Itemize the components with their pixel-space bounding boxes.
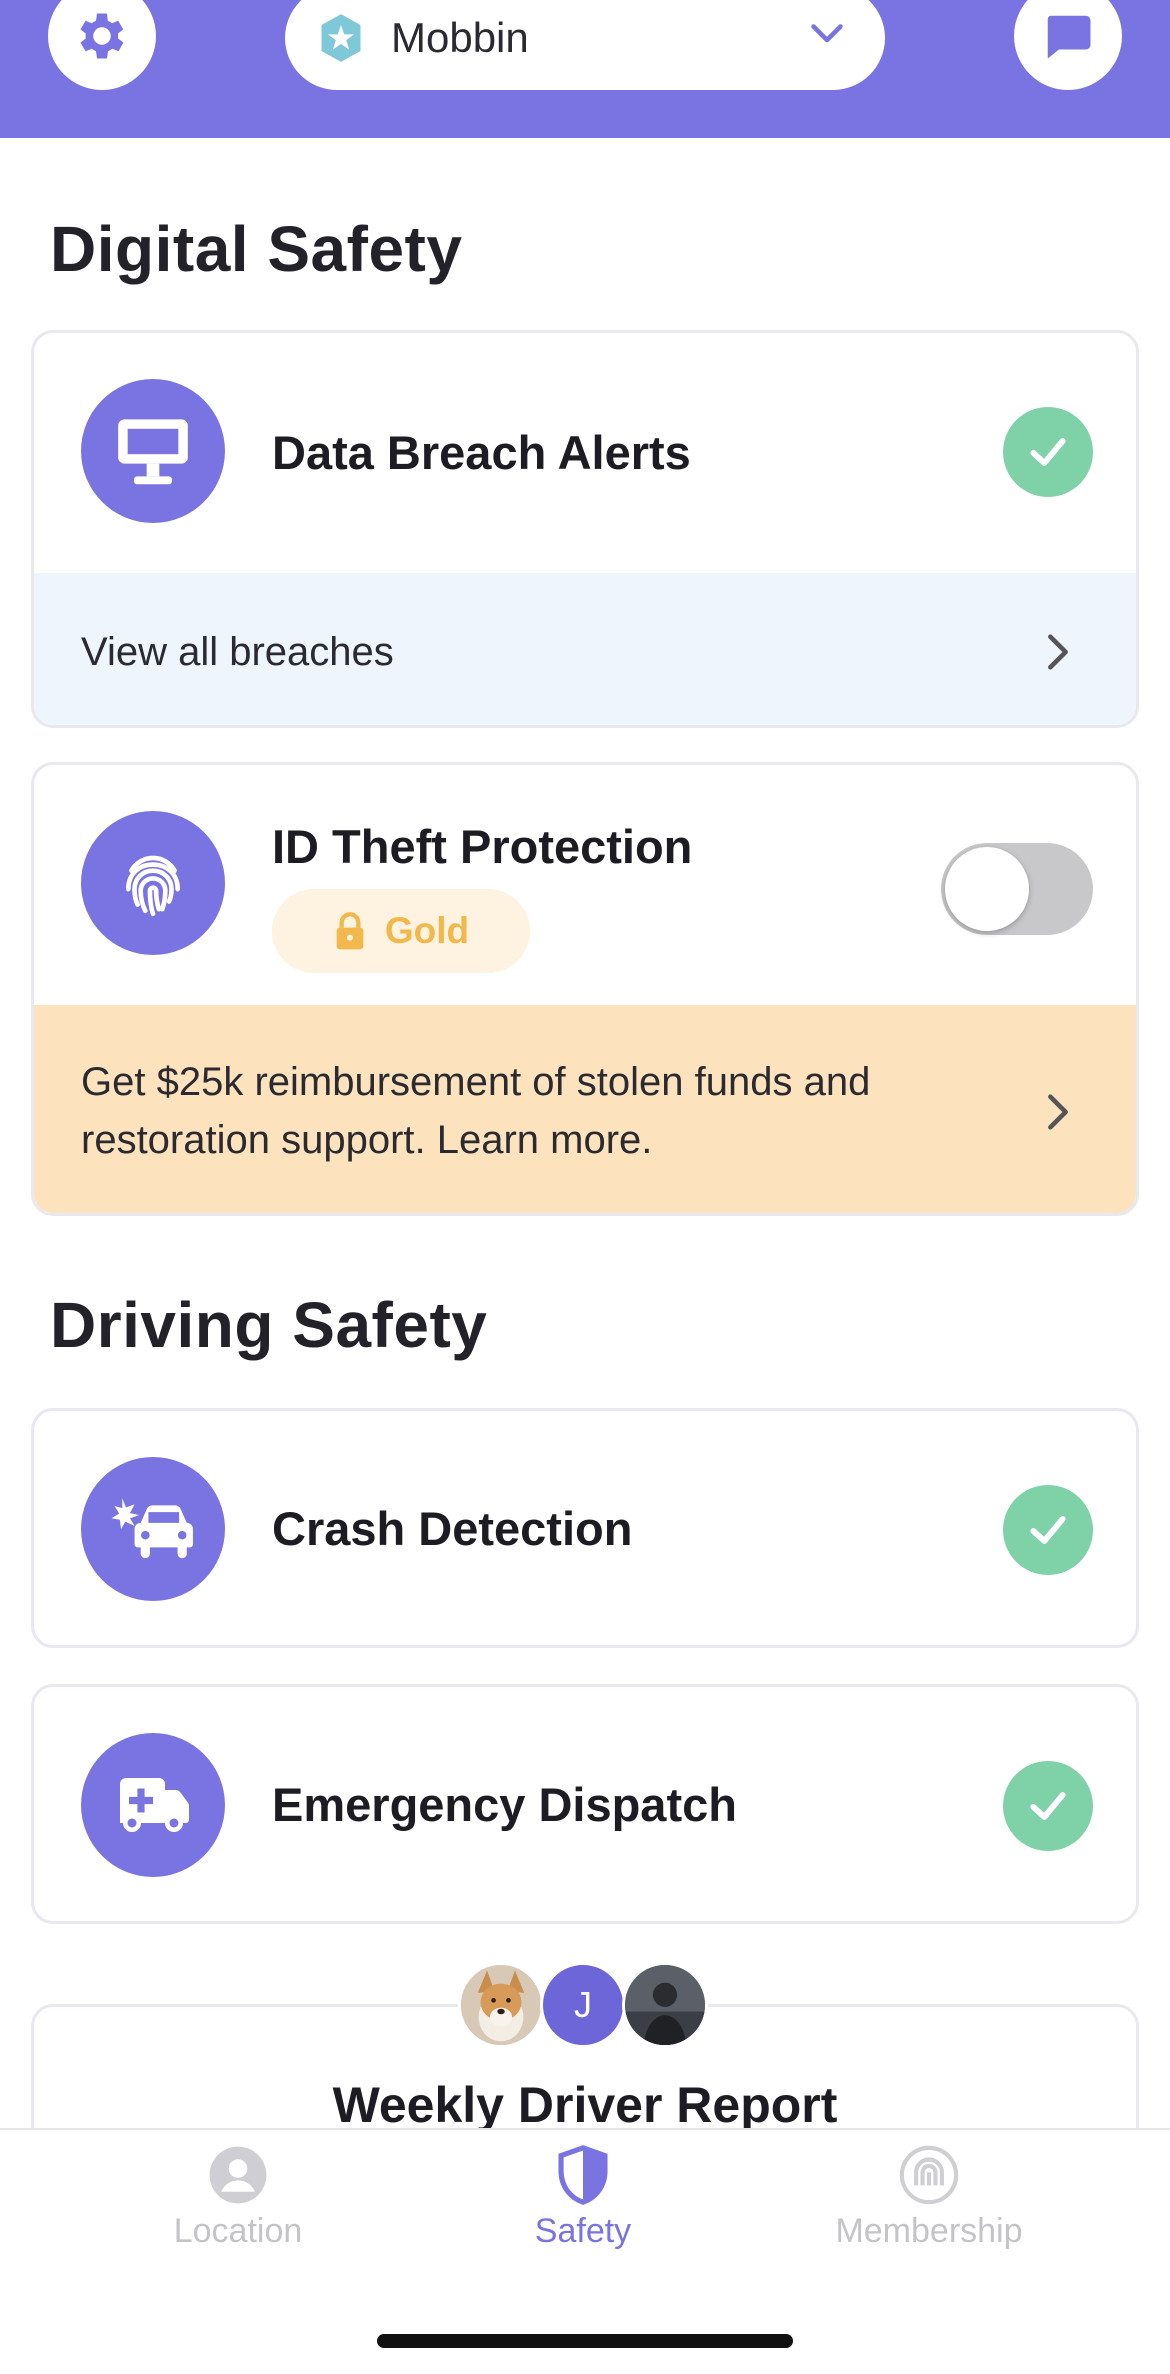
lock-icon: [336, 912, 364, 950]
gear-icon: [80, 13, 124, 59]
car-crash-icon: [111, 1498, 193, 1559]
monitor-icon-circle: [81, 379, 225, 523]
tab-safety[interactable]: Safety: [433, 2144, 733, 2251]
crash-icon-circle: [81, 1457, 225, 1601]
tab-location-label: Location: [173, 2212, 303, 2250]
fingerprint-icon-circle: [81, 811, 225, 955]
tab-safety-label: Safety: [534, 2212, 632, 2250]
toggle-knob: [945, 847, 1029, 931]
emergency-dispatch-title: Emergency Dispatch: [272, 1778, 737, 1831]
crash-detection-title: Crash Detection: [272, 1502, 633, 1555]
section-title-digital-safety: Digital Safety: [50, 213, 463, 285]
id-theft-promo[interactable]: Get $25k reimbursement of stolen funds a…: [34, 1005, 1136, 1213]
promo-line-2: restoration support. Learn more.: [81, 1118, 653, 1162]
crash-detection-card[interactable]: Crash Detection: [31, 1408, 1139, 1648]
id-theft-title: ID Theft Protection: [272, 820, 693, 873]
promo-text: Get $25k reimbursement of stolen funds a…: [81, 1053, 870, 1169]
gold-badge-label: Gold: [384, 910, 470, 951]
top-header: Mobbin: [0, 0, 1170, 138]
view-breaches-link[interactable]: View all breaches: [34, 573, 1136, 725]
check-icon: [1030, 1792, 1066, 1820]
star-badge-icon: [321, 14, 361, 62]
membership-icon: [899, 2145, 959, 2205]
data-breach-title: Data Breach Alerts: [272, 426, 691, 479]
tab-location[interactable]: Location: [88, 2144, 388, 2251]
id-theft-row: ID Theft Protection Gold: [34, 765, 1136, 1005]
ambulance-icon-circle: [81, 1733, 225, 1877]
gold-tier-badge: Gold: [272, 889, 530, 973]
emergency-dispatch-check: [1003, 1761, 1093, 1851]
avatar-dog: [458, 1962, 544, 2048]
avatar-person: [622, 1962, 708, 2048]
tab-membership-label: Membership: [835, 2212, 1023, 2250]
chevron-right-icon: [1048, 634, 1068, 670]
monitor-icon: [118, 419, 188, 485]
fingerprint-icon: [126, 855, 180, 917]
person-icon: [209, 2146, 267, 2204]
avatar-initial: J: [540, 1962, 626, 2048]
crash-detection-check: [1003, 1485, 1093, 1575]
settings-button[interactable]: [48, 0, 156, 90]
chevron-down-icon: [811, 24, 843, 43]
circle-name: Mobbin: [391, 14, 529, 61]
data-breach-check: [1003, 407, 1093, 497]
chat-icon: [1047, 15, 1091, 59]
weekly-report-title: Weekly Driver Report: [332, 2077, 838, 2133]
section-title-driving-safety: Driving Safety: [50, 1289, 488, 1361]
data-breach-row[interactable]: Data Breach Alerts: [34, 333, 1136, 573]
id-theft-toggle[interactable]: [941, 843, 1093, 935]
data-breach-card: Data Breach Alerts View all breaches: [31, 330, 1139, 728]
ambulance-icon: [120, 1778, 189, 1832]
home-indicator: [377, 2334, 793, 2348]
circle-selector[interactable]: Mobbin: [285, 0, 885, 90]
shield-icon: [558, 2145, 608, 2205]
check-icon: [1030, 438, 1066, 466]
chevron-right-icon: [1048, 1094, 1068, 1130]
messages-button[interactable]: [1014, 0, 1122, 90]
tab-membership[interactable]: Membership: [779, 2144, 1079, 2251]
emergency-dispatch-card[interactable]: Emergency Dispatch: [31, 1684, 1139, 1924]
avatar-initial-letter: J: [574, 1984, 592, 2025]
dog-photo-icon: [461, 1965, 541, 2045]
view-breaches-label: View all breaches: [81, 630, 394, 674]
id-theft-card: ID Theft Protection Gold Get $25k reimbu…: [31, 762, 1139, 1216]
person-photo-icon: [625, 1965, 705, 2045]
promo-line-1: Get $25k reimbursement of stolen funds a…: [81, 1060, 871, 1104]
check-icon: [1030, 1516, 1066, 1544]
